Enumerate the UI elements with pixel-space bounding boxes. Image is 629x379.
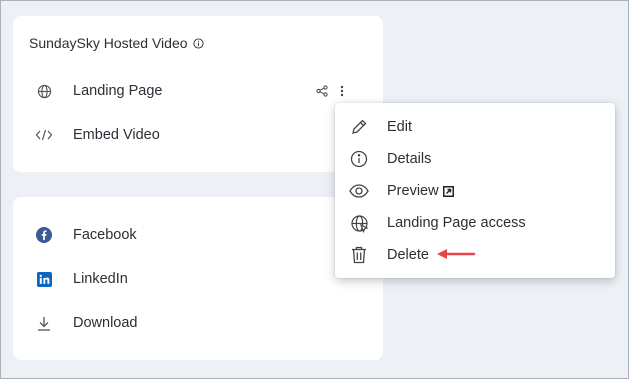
menu-item-preview[interactable]: Preview	[335, 175, 615, 207]
facebook-icon	[35, 226, 53, 244]
external-link-icon	[442, 185, 454, 197]
facebook-label: Facebook	[73, 227, 137, 243]
download-row[interactable]: Download	[13, 308, 383, 338]
landing-page-label: Landing Page	[73, 83, 163, 99]
menu-item-label: Landing Page access	[387, 215, 526, 231]
embed-video-row[interactable]: Embed Video	[13, 120, 383, 150]
card-title-text: SundaySky Hosted Video	[29, 35, 188, 51]
globe-access-icon	[348, 212, 370, 234]
menu-item-label: Delete	[387, 247, 429, 263]
more-options-icon[interactable]	[340, 85, 344, 97]
preview-label: Preview	[387, 183, 439, 199]
trash-icon	[348, 244, 370, 266]
annotation-arrow-icon	[436, 247, 476, 261]
landing-page-row[interactable]: Landing Page	[13, 76, 383, 106]
eye-icon	[348, 180, 370, 202]
menu-item-details[interactable]: Details	[335, 143, 615, 175]
info-icon[interactable]	[192, 37, 204, 49]
share-icon[interactable]	[316, 85, 328, 97]
menu-item-label: Edit	[387, 119, 412, 135]
menu-item-label: Details	[387, 151, 432, 167]
facebook-row[interactable]: Facebook	[13, 220, 383, 250]
hosted-video-card: SundaySky Hosted Video Landing Page Embe…	[13, 16, 383, 172]
menu-item-edit[interactable]: Edit	[335, 111, 615, 143]
linkedin-label: LinkedIn	[73, 271, 128, 287]
download-label: Download	[73, 315, 138, 331]
linkedin-row[interactable]: LinkedIn	[13, 264, 383, 294]
share-card: Facebook LinkedIn Download	[13, 197, 383, 360]
card-title: SundaySky Hosted Video	[29, 35, 204, 51]
embed-video-label: Embed Video	[73, 127, 160, 143]
code-icon	[35, 126, 53, 144]
linkedin-icon	[35, 270, 53, 288]
globe-icon	[35, 82, 53, 100]
menu-item-label: Preview	[387, 183, 454, 199]
download-icon	[35, 314, 53, 332]
info-icon	[348, 148, 370, 170]
pencil-icon	[348, 116, 370, 138]
menu-item-landing-page-access[interactable]: Landing Page access	[335, 207, 615, 239]
